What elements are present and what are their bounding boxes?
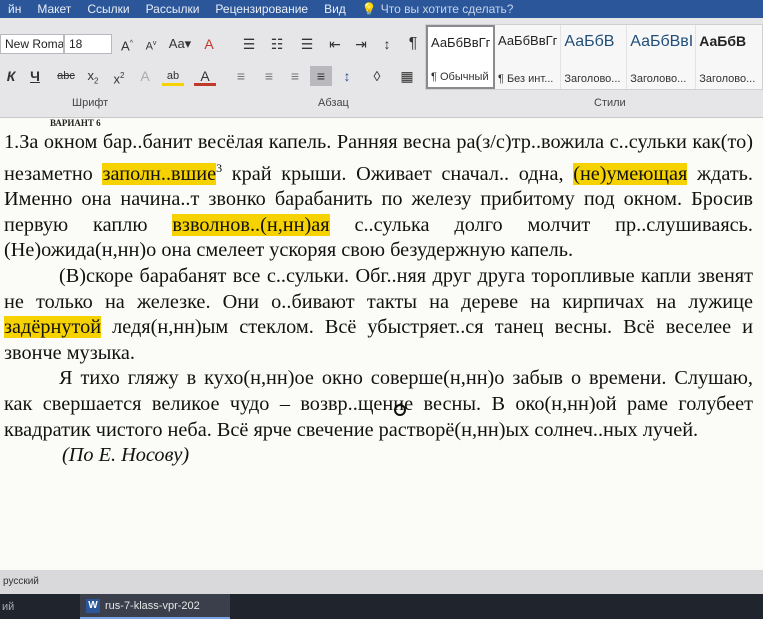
style-title[interactable]: АаБбВ Заголово... — [696, 25, 762, 89]
highlighted-word: заполн..вшие — [102, 162, 217, 185]
style-heading-2[interactable]: АаБбВвІ Заголово... — [627, 25, 697, 89]
text-run: (В)скоре барабанят все с..сульки. Обг..н… — [4, 264, 753, 313]
text-run: ледя(н,нн)ым стеклом. Всё убыстряет..ся … — [4, 316, 753, 364]
style-name: Заголово... — [630, 73, 687, 85]
style-name: Заголово... — [564, 73, 621, 85]
language-indicator[interactable]: русский — [3, 576, 39, 587]
paragraph-3: Я тихо гляжу в кухо(н,нн)ое окно соверше… — [4, 367, 753, 441]
font-size-box[interactable]: 18 — [64, 34, 112, 54]
style-name: ¶ Обычный — [431, 71, 489, 83]
subscript-icon[interactable]: x2 — [82, 66, 104, 86]
taskbar-word-label: rus-7-klass-vpr-202 — [105, 599, 200, 612]
justify-icon[interactable]: ≡ — [310, 66, 332, 86]
screen: йн Макет Ссылки Рассылки Рецензирование … — [0, 0, 763, 619]
align-left-icon[interactable]: ≡ — [230, 66, 252, 86]
style-preview: АаБбВвГг, — [431, 35, 490, 50]
clear-formatting-icon[interactable]: A — [198, 34, 220, 54]
line-spacing-icon[interactable]: ↕ — [336, 66, 358, 86]
superscript-icon[interactable]: x2 — [108, 66, 130, 86]
tab-view[interactable]: Вид — [316, 2, 354, 16]
style-name: ¶ Без инт... — [498, 73, 554, 85]
styles-gallery: АаБбВвГг, ¶ Обычный АаБбВвГг ¶ Без инт..… — [425, 24, 763, 90]
shading-icon[interactable]: ◊ — [366, 66, 388, 86]
sort-icon[interactable]: ↕ — [376, 34, 398, 54]
align-right-icon[interactable]: ≡ — [284, 66, 306, 86]
change-case-icon[interactable]: Aa▾ — [166, 34, 194, 54]
numbering-icon[interactable]: ☷ — [266, 34, 288, 54]
bullets-icon[interactable]: ☰ — [238, 34, 260, 54]
pilcrow-icon[interactable]: ¶ — [402, 34, 424, 54]
highlighted-word: (не)умеющая — [573, 162, 688, 185]
style-heading-1[interactable]: АаБбВ Заголово... — [561, 25, 628, 89]
highlighted-word: взволнов..(н,нн)ая — [172, 213, 330, 236]
paragraph-2: (В)скоре барабанят все с..сульки. Обг..н… — [4, 264, 753, 366]
style-preview: АаБбВ — [699, 33, 747, 49]
font-name-box[interactable]: New Roman — [0, 34, 64, 54]
source-attribution: (По Е. Носову) — [62, 444, 190, 467]
ribbon: New Roman 18 A^ Av Aa▾ A ☰ ☷ ☰ ⇤ ⇥ ↕ ¶ К… — [0, 18, 763, 118]
paragraph-1: 1.За окном бар..банит весёлая капель. Ра… — [4, 130, 753, 264]
taskbar-word-button[interactable]: W rus-7-klass-vpr-202 — [80, 594, 230, 619]
style-preview: АаБбВвІ — [630, 33, 693, 50]
tab-design[interactable]: йн — [0, 2, 29, 16]
mouse-cursor-icon — [394, 404, 406, 416]
word-icon: W — [86, 598, 100, 613]
style-normal[interactable]: АаБбВвГг, ¶ Обычный — [426, 25, 495, 89]
align-center-icon[interactable]: ≡ — [258, 66, 280, 86]
taskbar-left-text: ий — [2, 601, 15, 613]
strikethrough-icon[interactable]: abc — [52, 66, 80, 86]
tab-review[interactable]: Рецензирование — [207, 2, 316, 16]
tell-me-box[interactable]: 💡 Что вы хотите сделать? — [354, 2, 522, 16]
multilevel-list-icon[interactable]: ☰ — [296, 34, 318, 54]
status-bar: русский — [0, 570, 763, 594]
text-run: край крыши. Оживает сначал.. одна, — [222, 162, 574, 185]
group-label-styles: Стили — [594, 97, 626, 109]
tell-me-text: Что вы хотите сделать? — [380, 2, 514, 16]
group-label-paragraph: Абзац — [318, 97, 349, 109]
ribbon-tabs: йн Макет Ссылки Рассылки Рецензирование … — [0, 0, 763, 18]
shrink-font-icon[interactable]: Av — [140, 34, 162, 54]
grow-font-icon[interactable]: A^ — [116, 34, 138, 54]
taskbar: ий W rus-7-klass-vpr-202 — [0, 594, 763, 619]
text-effects-icon[interactable]: A — [134, 66, 156, 86]
document-body[interactable]: 1.За окном бар..банит весёлая капель. Ра… — [4, 130, 753, 469]
variant-label: ВАРИАНТ 6 — [50, 118, 101, 128]
tab-layout[interactable]: Макет — [29, 2, 79, 16]
italic-icon[interactable]: К — [0, 66, 22, 86]
increase-indent-icon[interactable]: ⇥ — [350, 34, 372, 54]
lightbulb-icon: 💡 — [361, 2, 377, 16]
group-label-font: Шрифт — [72, 97, 109, 109]
font-color-icon[interactable]: A — [194, 66, 216, 86]
borders-icon[interactable]: ▦ — [396, 66, 418, 86]
tab-references[interactable]: Ссылки — [79, 2, 137, 16]
highlighted-word: задёрнутой — [4, 316, 102, 339]
decrease-indent-icon[interactable]: ⇤ — [324, 34, 346, 54]
tab-mailings[interactable]: Рассылки — [138, 2, 208, 16]
highlight-icon[interactable]: ab — [162, 66, 184, 86]
underline-icon[interactable]: Ч — [24, 66, 46, 86]
document-page[interactable]: ВАРИАНТ 6 1.За окном бар..банит весёлая … — [0, 118, 763, 570]
style-preview: АаБбВвГг — [498, 33, 558, 48]
style-name: Заголово... — [699, 73, 756, 85]
style-preview: АаБбВ — [564, 33, 615, 50]
style-no-spacing[interactable]: АаБбВвГг ¶ Без инт... — [495, 25, 562, 89]
